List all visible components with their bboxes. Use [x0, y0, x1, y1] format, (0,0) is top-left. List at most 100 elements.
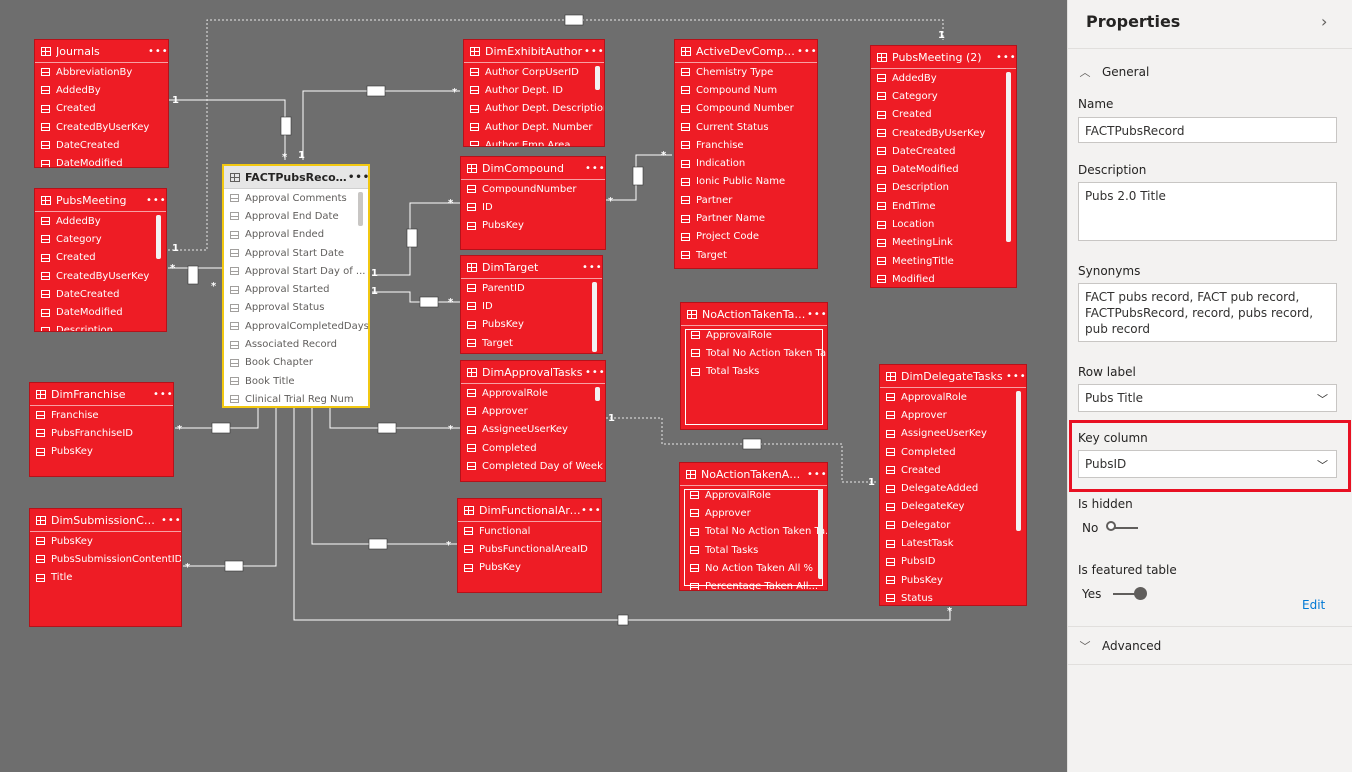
table-header[interactable]: PubsMeeting (2) ••• [871, 46, 1016, 69]
more-options-icon[interactable]: ••• [146, 195, 166, 206]
more-options-icon[interactable]: ••• [153, 389, 173, 400]
column-row[interactable]: Associated Record [224, 335, 368, 353]
scrollbar[interactable] [1016, 391, 1021, 531]
column-row[interactable]: Approver [461, 402, 605, 420]
table-card-pubsmeeting2[interactable]: PubsMeeting (2) ••• AddedBy Category Created… [870, 45, 1017, 288]
table-header[interactable]: DimTarget ••• [461, 256, 602, 279]
column-row[interactable]: AbbreviationBy [35, 63, 168, 81]
column-row[interactable]: Author Dept. Number [464, 118, 604, 136]
column-row[interactable]: PubsFunctionalAreaID [458, 540, 601, 558]
more-options-icon[interactable]: ••• [996, 52, 1016, 63]
column-row[interactable]: CreatedByUserKey [871, 124, 1016, 142]
column-row[interactable]: Functional [458, 522, 601, 540]
column-row[interactable]: Created [871, 106, 1016, 124]
general-section-toggle[interactable]: ︿ General [1078, 64, 1150, 80]
column-row[interactable]: PubsKey [458, 559, 601, 577]
more-options-icon[interactable]: ••• [581, 505, 601, 516]
column-row[interactable]: PubsKey [461, 316, 602, 334]
column-row[interactable]: Completed Day of Week [461, 457, 605, 475]
column-row[interactable]: PubsID [880, 553, 1026, 571]
column-row[interactable]: Percentage Taken All... [680, 577, 827, 590]
column-row[interactable]: AssigneeUserKey [461, 421, 605, 439]
column-row[interactable]: Total Tasks [680, 541, 827, 559]
column-row[interactable]: MeetingTitle [871, 252, 1016, 270]
table-header[interactable]: NoActionTakenTask... ••• [681, 303, 827, 326]
column-row[interactable]: Current Status [675, 118, 817, 136]
column-row[interactable]: Completed [461, 439, 605, 457]
column-row[interactable]: CompoundNumber [461, 180, 605, 198]
column-row[interactable]: Description [871, 179, 1016, 197]
table-card-dimfunctionalarea[interactable]: DimFunctionalArea ••• Functional PubsFuncti… [457, 498, 602, 593]
column-row[interactable]: Clinical Trial Reg Num [224, 390, 368, 406]
table-card-dimexhibitauthor[interactable]: DimExhibitAuthor ••• Author CorpUserID Auth… [463, 39, 605, 147]
is-hidden-toggle[interactable]: No [1082, 521, 1139, 535]
more-options-icon[interactable]: ••• [1006, 371, 1026, 382]
column-row[interactable]: Completed [880, 443, 1026, 461]
scrollbar[interactable] [1006, 72, 1011, 242]
column-row[interactable]: Compound Num [675, 81, 817, 99]
table-card-dimcompound[interactable]: DimCompound ••• CompoundNumber ID PubsKey [460, 156, 606, 250]
column-row[interactable]: Category [35, 230, 166, 248]
more-options-icon[interactable]: ••• [161, 515, 181, 526]
more-options-icon[interactable]: ••• [348, 172, 368, 183]
table-header[interactable]: PubsMeeting ••• [35, 189, 166, 212]
is-featured-toggle[interactable]: Yes [1082, 587, 1148, 601]
column-row[interactable]: Approval Status [224, 299, 368, 317]
table-header[interactable]: ActiveDevCompound...••• [675, 40, 817, 63]
column-row[interactable]: Target [461, 334, 602, 352]
column-row[interactable]: Created [35, 249, 166, 267]
column-row[interactable]: PubsSubmissionContentID... [30, 550, 181, 568]
column-row[interactable]: Approval Ended [224, 226, 368, 244]
column-row[interactable]: ApprovalRole [880, 388, 1026, 406]
column-row[interactable]: PubsFranchiseID [30, 424, 173, 442]
column-row[interactable]: Approver [680, 504, 827, 522]
column-row[interactable]: ID [461, 198, 605, 216]
key-column-dropdown[interactable]: PubsID ﹀ [1078, 450, 1337, 478]
column-row[interactable]: AddedBy [871, 69, 1016, 87]
column-row[interactable]: Location [871, 215, 1016, 233]
column-row[interactable]: Partner [675, 191, 817, 209]
column-row[interactable]: Ionic Public Name [675, 173, 817, 191]
scrollbar[interactable] [156, 215, 161, 259]
column-row[interactable]: Approval Started [224, 280, 368, 298]
column-row[interactable]: CreatedByUserKey [35, 118, 168, 136]
column-row[interactable]: Title [30, 569, 181, 587]
column-row[interactable]: AddedBy [35, 212, 166, 230]
more-options-icon[interactable]: ••• [585, 367, 605, 378]
column-row[interactable]: PubsKey [461, 217, 605, 235]
table-header[interactable]: DimFunctionalArea ••• [458, 499, 601, 522]
column-row[interactable]: DateModified [35, 303, 166, 321]
column-row[interactable]: PubsKey [30, 532, 181, 550]
table-header[interactable]: DimExhibitAuthor ••• [464, 40, 604, 63]
column-row[interactable]: Franchise [30, 406, 173, 424]
column-row[interactable]: CreatedByUserKey [35, 267, 166, 285]
description-textarea[interactable]: Pubs 2.0 Title [1078, 182, 1337, 241]
column-row[interactable]: Total No Action Taken Ta... [681, 344, 827, 362]
column-row[interactable]: DelegateAdded [880, 479, 1026, 497]
table-card-pubsmeeting[interactable]: PubsMeeting ••• AddedBy Category Created Crea… [34, 188, 167, 332]
column-row[interactable]: DateModified [871, 160, 1016, 178]
more-options-icon[interactable]: ••• [148, 46, 168, 57]
column-row[interactable]: Delegator [880, 516, 1026, 534]
table-header[interactable]: NoActionTakenAppro...••• [680, 463, 827, 486]
more-options-icon[interactable]: ••• [582, 262, 602, 273]
column-row[interactable]: ApprovalRole [681, 326, 827, 344]
column-row[interactable]: ApprovalRole [461, 384, 605, 402]
column-row[interactable]: ApprovalCompletedDays [224, 317, 368, 335]
table-card-factpubsrecord[interactable]: FACTPubsRecord ••• Approval Comments Approv… [222, 164, 370, 408]
more-options-icon[interactable]: ••• [797, 46, 817, 57]
column-row[interactable]: Approver [880, 406, 1026, 424]
column-row[interactable]: Approval Comments [224, 189, 368, 207]
column-row[interactable]: Indication [675, 154, 817, 172]
scrollbar[interactable] [358, 192, 363, 226]
table-header[interactable]: DimCompound ••• [461, 157, 605, 180]
column-row[interactable]: Project Code [675, 228, 817, 246]
column-row[interactable]: MeetingLink [871, 234, 1016, 252]
column-row[interactable]: Author Dept. ID [464, 81, 604, 99]
table-card-dimfranchise[interactable]: DimFranchise ••• Franchise PubsFranchiseID P… [29, 382, 174, 477]
table-header[interactable]: Journals ••• [35, 40, 168, 63]
column-row[interactable]: Franchise [675, 136, 817, 154]
column-row[interactable]: DateCreated [871, 142, 1016, 160]
column-row[interactable]: AddedBy [35, 81, 168, 99]
column-row[interactable]: Status [880, 589, 1026, 605]
